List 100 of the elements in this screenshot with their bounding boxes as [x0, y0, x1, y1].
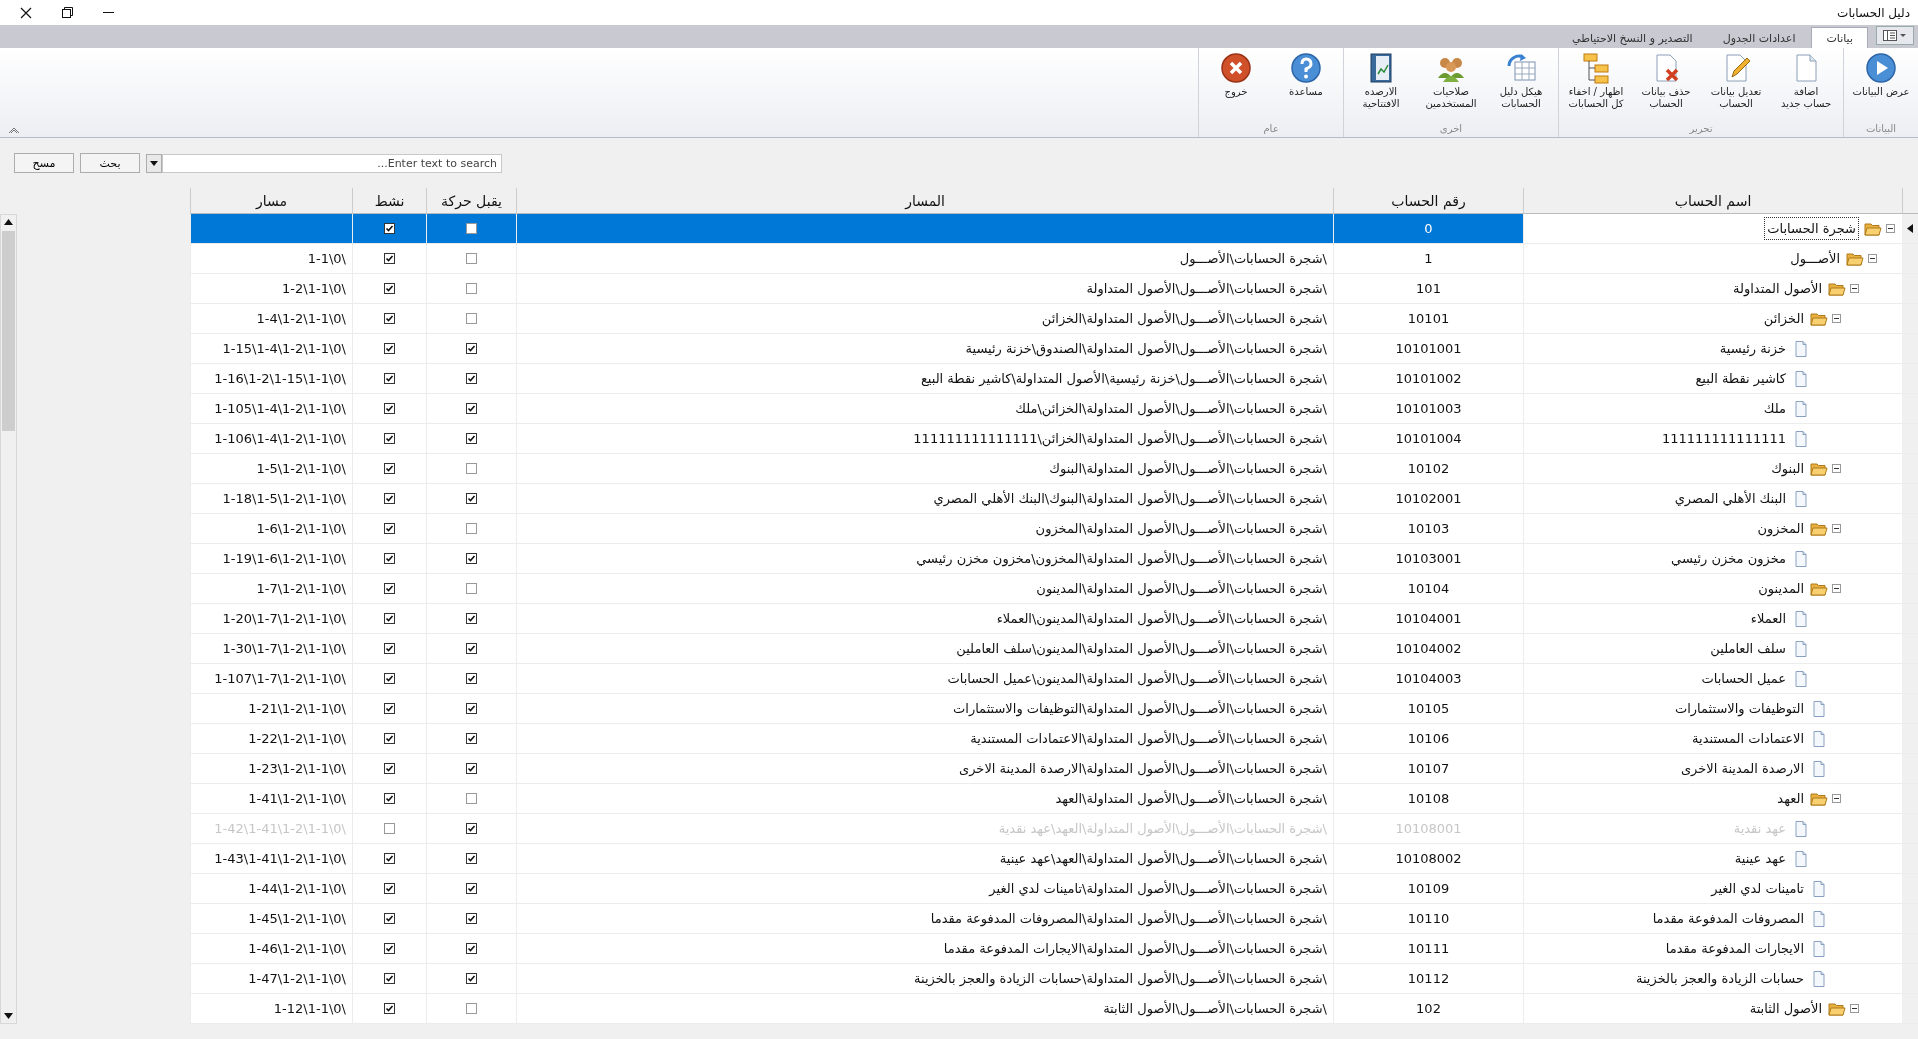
tree-item[interactable]: خزنة رئيسية — [1719, 341, 1786, 356]
checkbox[interactable] — [384, 283, 395, 294]
checkbox[interactable] — [466, 853, 477, 864]
checkbox[interactable] — [384, 703, 395, 714]
ribbon-button[interactable]: اضافة حساب جديد — [1771, 50, 1841, 123]
checkbox[interactable] — [384, 853, 395, 864]
checkbox[interactable] — [466, 283, 477, 294]
collapse-icon[interactable] — [1831, 524, 1841, 533]
checkbox[interactable] — [384, 943, 395, 954]
ribbon-tab[interactable]: التصدير و النسخ الاحتياطي — [1558, 28, 1707, 48]
checkbox[interactable] — [466, 973, 477, 984]
checkbox[interactable] — [466, 583, 477, 594]
checkbox[interactable] — [384, 433, 395, 444]
checkbox[interactable] — [384, 493, 395, 504]
checkbox[interactable] — [384, 973, 395, 984]
checkbox[interactable] — [384, 793, 395, 804]
checkbox[interactable] — [466, 673, 477, 684]
checkbox[interactable] — [384, 253, 395, 264]
checkbox[interactable] — [384, 673, 395, 684]
checkbox[interactable] — [466, 493, 477, 504]
tree-item[interactable]: البنك الأهلي المصري — [1674, 491, 1786, 506]
checkbox[interactable] — [466, 643, 477, 654]
tree-item[interactable]: عميل الحسابات — [1701, 671, 1786, 686]
checkbox[interactable] — [466, 913, 477, 924]
tree-item[interactable]: حسابات الزيادة والعجز بالخزينة — [1635, 971, 1804, 986]
tree-item[interactable]: المدينون — [1758, 581, 1804, 596]
scroll-down-icon[interactable] — [4, 1013, 13, 1019]
checkbox[interactable] — [384, 523, 395, 534]
close-icon[interactable] — [20, 6, 32, 19]
tree-item[interactable]: عهد عينية — [1734, 851, 1786, 866]
checkbox[interactable] — [466, 523, 477, 534]
checkbox[interactable] — [384, 403, 395, 414]
checkbox[interactable] — [466, 343, 477, 354]
tree-item[interactable]: المصروفات المدفوعة مقدما — [1652, 911, 1804, 926]
ribbon-button[interactable]: اظهار / اخفاء كل الحسابات — [1561, 50, 1631, 123]
checkbox[interactable] — [466, 553, 477, 564]
search-button[interactable]: مسح — [14, 153, 74, 173]
checkbox[interactable] — [384, 733, 395, 744]
checkbox[interactable] — [466, 433, 477, 444]
ribbon-tab[interactable]: اعدادات الجدول — [1708, 28, 1810, 48]
ribbon-button[interactable]: الارصده الافتتاحية — [1346, 50, 1416, 123]
ribbon-button[interactable]: مساعدة — [1271, 50, 1341, 123]
search-button[interactable]: بحث — [80, 153, 140, 173]
tree-item[interactable]: شجرة الحسابات — [1765, 218, 1858, 239]
checkbox[interactable] — [384, 463, 395, 474]
checkbox[interactable] — [466, 313, 477, 324]
collapse-icon[interactable] — [1885, 224, 1895, 233]
tree-item[interactable]: الأصـــول — [1790, 251, 1840, 266]
checkbox[interactable] — [466, 733, 477, 744]
checkbox[interactable] — [384, 823, 395, 834]
checkbox[interactable] — [384, 553, 395, 564]
tree-item[interactable]: الخزائن — [1763, 311, 1804, 326]
tree-item[interactable]: الأصول الثابتة — [1749, 1001, 1822, 1016]
row-header[interactable] — [1902, 214, 1918, 244]
checkbox[interactable] — [384, 313, 395, 324]
ribbon-button[interactable]: حذف بيانات الحساب — [1631, 50, 1701, 123]
tree-item[interactable]: الايجارات المدفوعة مقدما — [1665, 941, 1804, 956]
checkbox[interactable] — [466, 403, 477, 414]
checkbox[interactable] — [466, 763, 477, 774]
tree-item[interactable]: الاعتمادات المستندية — [1692, 731, 1804, 746]
tree-item[interactable]: مخزون مخزن رئيسي — [1671, 551, 1786, 566]
checkbox[interactable] — [466, 463, 477, 474]
checkbox[interactable] — [466, 1003, 477, 1014]
checkbox[interactable] — [466, 223, 477, 234]
tree-item[interactable]: ملك — [1763, 401, 1786, 416]
checkbox[interactable] — [466, 793, 477, 804]
checkbox[interactable] — [384, 643, 395, 654]
checkbox[interactable] — [466, 253, 477, 264]
collapse-icon[interactable] — [1831, 794, 1841, 803]
checkbox[interactable] — [466, 943, 477, 954]
dropdown-button[interactable] — [146, 153, 162, 173]
collapse-icon[interactable] — [1849, 1004, 1859, 1013]
tree-item[interactable]: العملاء — [1750, 611, 1786, 626]
checkbox[interactable] — [384, 223, 395, 234]
collapse-icon[interactable] — [1867, 254, 1877, 263]
tree-item[interactable]: البنوك — [1771, 461, 1804, 476]
checkbox[interactable] — [466, 373, 477, 384]
tree-item[interactable]: الارصدة المدينة الاخرى — [1680, 761, 1804, 776]
tree-item[interactable]: الأصول المتداولة — [1733, 281, 1822, 296]
scroll-thumb[interactable] — [2, 231, 15, 431]
checkbox[interactable] — [384, 913, 395, 924]
collapse-ribbon-icon[interactable] — [8, 126, 20, 134]
collapse-icon[interactable] — [1831, 464, 1841, 473]
checkbox[interactable] — [384, 1003, 395, 1014]
ribbon-button[interactable]: عرض البيانات — [1846, 50, 1916, 123]
checkbox[interactable] — [384, 373, 395, 384]
checkbox[interactable] — [466, 703, 477, 714]
checkbox[interactable] — [384, 883, 395, 894]
collapse-icon[interactable] — [1831, 584, 1841, 593]
checkbox[interactable] — [384, 763, 395, 774]
scrollbar[interactable] — [0, 214, 17, 1024]
scroll-up-icon[interactable] — [4, 219, 13, 225]
tree-item[interactable]: كاشير نقطة البيع — [1695, 371, 1786, 386]
tree-item[interactable]: التوظيفات والاستثمارات — [1674, 701, 1804, 716]
ribbon-button[interactable]: تعديل بيانات الحساب — [1701, 50, 1771, 123]
tree-item[interactable]: تامينات لدي الغير — [1711, 881, 1804, 896]
ribbon-tab[interactable]: بيانات — [1811, 27, 1868, 48]
checkbox[interactable] — [384, 583, 395, 594]
search-field[interactable]: Enter text to search... — [162, 153, 502, 173]
collapse-icon[interactable] — [1831, 314, 1841, 323]
